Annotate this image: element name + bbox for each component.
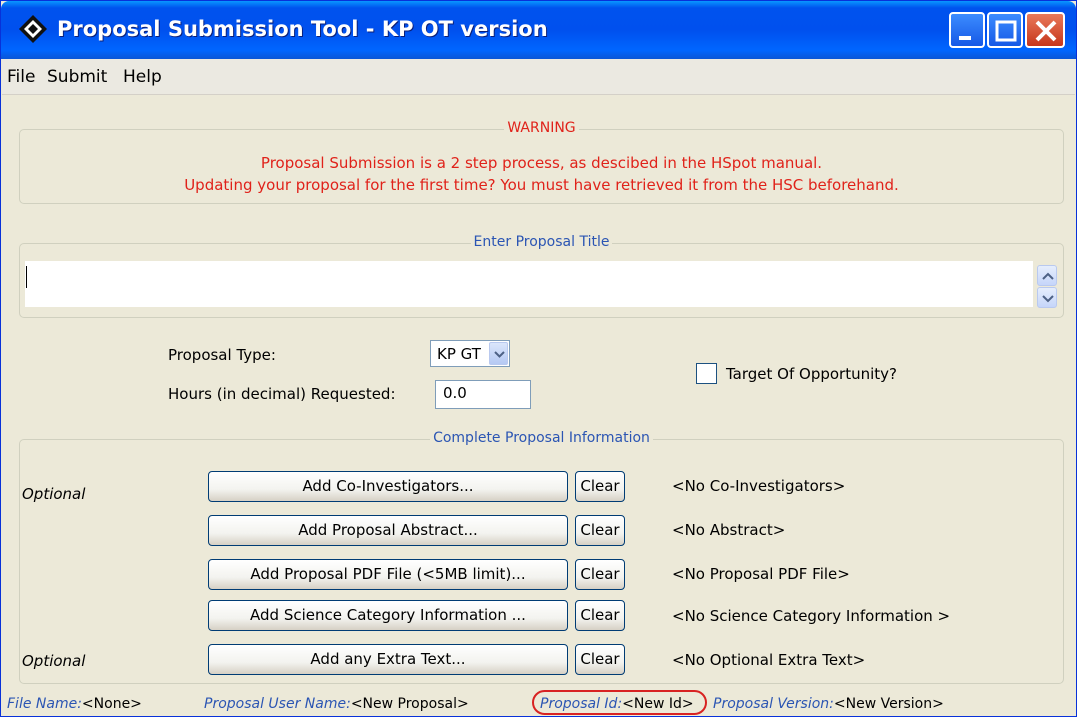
- proposal-info-legend: Complete Proposal Information: [430, 430, 653, 446]
- clear-co-investigators-button[interactable]: Clear: [575, 471, 625, 502]
- menu-submit[interactable]: Submit: [47, 67, 107, 87]
- menu-help[interactable]: Help: [123, 67, 162, 87]
- warning-line-1: Proposal Submission is a 2 step process,…: [260, 154, 823, 172]
- target-of-opportunity-label: Target Of Opportunity?: [726, 365, 898, 383]
- proposal-id-status: Proposal Id:<New Id>: [540, 696, 694, 712]
- proposal-type-label: Proposal Type:: [168, 346, 276, 364]
- chevron-up-icon: [1042, 272, 1054, 280]
- hours-input[interactable]: 0.0: [435, 380, 531, 409]
- clear-science-category-button[interactable]: Clear: [575, 600, 625, 631]
- scroll-down-button[interactable]: [1037, 287, 1057, 308]
- proposal-title-input[interactable]: [25, 261, 1033, 307]
- clear-extra-text-button[interactable]: Clear: [575, 644, 625, 675]
- clear-pdf-file-button[interactable]: Clear: [575, 559, 625, 590]
- extra-text-status: <No Optional Extra Text>: [672, 651, 866, 669]
- app-window: Proposal Submission Tool - KP OT version…: [0, 0, 1077, 717]
- proposal-type-select[interactable]: KP GT: [430, 340, 510, 367]
- science-category-status: <No Science Category Information >: [672, 607, 951, 625]
- warning-line-2: Updating your proposal for the first tim…: [184, 176, 899, 194]
- proposal-title-legend: Enter Proposal Title: [470, 234, 613, 250]
- warning-panel: WARNING Proposal Submission is a 2 step …: [19, 120, 1064, 204]
- menu-bar: File Submit Help: [2, 59, 1075, 95]
- main-content: WARNING Proposal Submission is a 2 step …: [2, 96, 1075, 716]
- hours-label: Hours (in decimal) Requested:: [168, 385, 396, 403]
- clear-abstract-button[interactable]: Clear: [575, 515, 625, 546]
- add-science-category-button[interactable]: Add Science Category Information ...: [208, 600, 568, 631]
- maximize-icon: [995, 20, 1017, 42]
- diamond-app-icon: [19, 15, 47, 43]
- minimize-button[interactable]: [949, 12, 985, 48]
- window-title: Proposal Submission Tool - KP OT version: [57, 17, 548, 41]
- add-co-investigators-button[interactable]: Add Co-Investigators...: [208, 471, 568, 502]
- add-abstract-button[interactable]: Add Proposal Abstract...: [208, 515, 568, 546]
- proposal-type-value: KP GT: [437, 345, 481, 363]
- pdf-file-status: <No Proposal PDF File>: [672, 565, 850, 583]
- target-of-opportunity-checkbox[interactable]: [696, 363, 717, 384]
- text-caret: [26, 266, 27, 288]
- minimize-icon: [959, 36, 971, 40]
- warning-heading: WARNING: [504, 120, 579, 136]
- dropdown-button[interactable]: [489, 342, 508, 365]
- title-bar[interactable]: Proposal Submission Tool - KP OT version: [1, 1, 1076, 59]
- proposal-version-status: Proposal Version:<New Version>: [713, 696, 944, 712]
- close-icon: [1035, 20, 1057, 42]
- co-investigators-status: <No Co-Investigators>: [672, 477, 846, 495]
- abstract-status: <No Abstract>: [672, 521, 786, 539]
- optional-label: Optional: [22, 485, 86, 503]
- status-bar: File Name:<None> Proposal User Name:<New…: [2, 690, 1075, 716]
- user-name-status: Proposal User Name:<New Proposal>: [204, 696, 469, 712]
- chevron-down-icon: [494, 351, 505, 358]
- add-extra-text-button[interactable]: Add any Extra Text...: [208, 644, 568, 675]
- proposal-title-panel: Enter Proposal Title: [19, 234, 1064, 318]
- optional-label: Optional: [22, 652, 86, 670]
- chevron-down-icon: [1042, 295, 1054, 303]
- scroll-up-button[interactable]: [1037, 265, 1057, 286]
- file-name-status: File Name:<None>: [7, 696, 142, 712]
- add-pdf-file-button[interactable]: Add Proposal PDF File (<5MB limit)...: [208, 559, 568, 590]
- maximize-button[interactable]: [987, 12, 1023, 48]
- menu-file[interactable]: File: [7, 67, 35, 87]
- close-button[interactable]: [1025, 12, 1065, 48]
